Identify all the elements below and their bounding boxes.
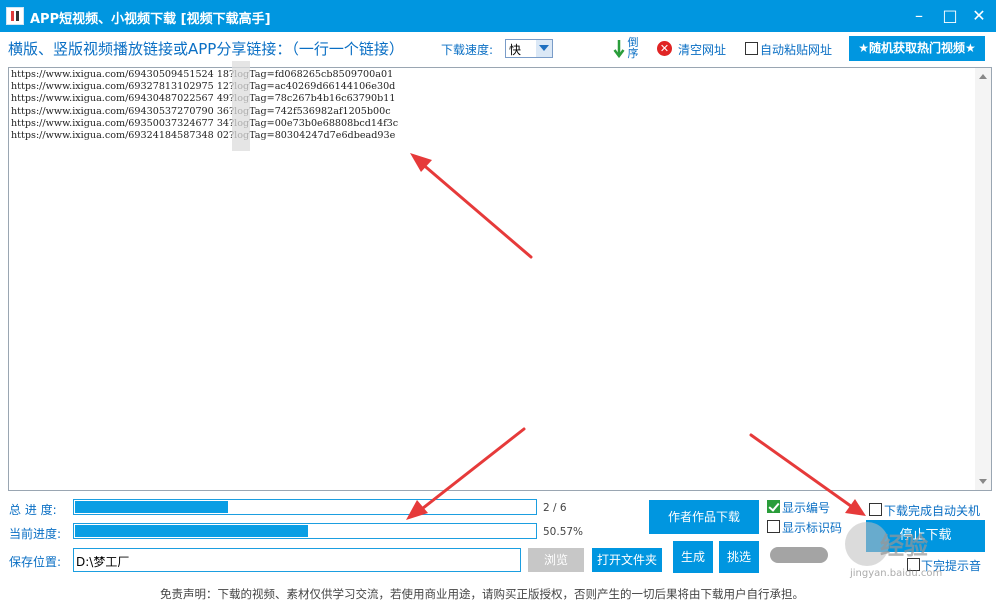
open-folder-button[interactable]: 打开文件夹 [592,548,662,572]
speed-select[interactable]: 快 [505,39,553,58]
author-works-download-button[interactable]: 作者作品下载 [649,500,759,534]
url-textarea[interactable]: https://www.ixigua.com/69430509451524 18… [8,67,992,491]
watermark-url: jingyan.baidu.com [850,568,943,579]
random-hot-video-button[interactable]: ★随机获取热门视频★ [849,36,985,61]
auto-shutdown-checkbox[interactable] [869,503,882,516]
scroll-up-icon[interactable] [979,74,987,79]
url-prompt-label: 横版、竖版视频播放链接或APP分享链接：（一行一个链接） [8,40,404,58]
speed-value: 快 [509,43,522,57]
filter-button[interactable]: 挑选 [719,541,759,573]
browse-button[interactable]: 浏览 [528,548,584,572]
show-title-label: 显示标识码 [782,521,843,535]
show-number-label: 显示编号 [782,501,831,515]
auto-paste-checkbox[interactable] [745,42,758,55]
show-title-checkbox[interactable] [767,520,780,533]
total-progress-text: 2 / 6 [543,502,567,514]
url-line: https://www.ixigua.com/69430487022567 49… [11,93,396,105]
scroll-down-icon[interactable] [979,479,987,484]
watermark-smudge [770,547,828,563]
total-progress-label: 总 进 度: [9,503,57,517]
url-line: https://www.ixigua.com/69350037324677 34… [11,117,399,129]
clear-urls-button[interactable]: 清空网址 [678,41,726,58]
clear-icon[interactable]: ✕ [657,41,672,56]
app-icon [6,7,24,25]
show-number-checkbox[interactable] [767,500,780,513]
save-path-input[interactable]: D:\梦工厂 [73,548,521,572]
chevron-down-icon[interactable] [536,40,552,57]
url-list: https://www.ixigua.com/69430509451524 18… [11,69,398,142]
auto-paste-label: 自动粘贴网址 [760,43,833,57]
vertical-scrollbar[interactable] [975,68,991,490]
watermark-text: 经验 [880,532,928,560]
maximize-button[interactable]: □ [938,4,962,28]
speed-label: 下载速度: [441,43,494,57]
url-line: https://www.ixigua.com/69430537270790 36… [11,105,391,117]
current-progress-fill [75,525,308,537]
minimize-button[interactable]: – [907,4,931,28]
generate-button[interactable]: 生成 [673,541,713,573]
current-progress-label: 当前进度: [9,527,62,541]
current-progress-text: 50.57% [543,526,584,538]
window-title: APP短视频、小视频下载 [视频下载高手] [30,12,271,27]
reverse-order-button[interactable]: 倒序 [627,37,639,59]
arrow-down-icon[interactable] [613,39,625,59]
url-line: https://www.ixigua.com/69327813102975 12… [11,81,396,93]
total-progress-bar [73,499,537,515]
url-line: https://www.ixigua.com/69324184587348 02… [11,130,396,142]
arrow-head-icon [845,499,866,516]
title-bar: APP短视频、小视频下载 [视频下载高手] – □ ✕ [0,0,996,32]
close-button[interactable]: ✕ [967,4,991,28]
save-location-label: 保存位置: [9,555,62,569]
blur-mask [232,61,250,151]
current-progress-bar [73,523,537,539]
auto-shutdown-label: 下载完成自动关机 [884,504,981,518]
url-line: https://www.ixigua.com/69430509451524 18… [11,69,394,80]
disclaimer-text: 免责声明：下载的视频、素材仅供学习交流，若使用商业用途，请购买正版授权，否则产生… [160,587,804,601]
total-progress-fill [75,501,229,513]
